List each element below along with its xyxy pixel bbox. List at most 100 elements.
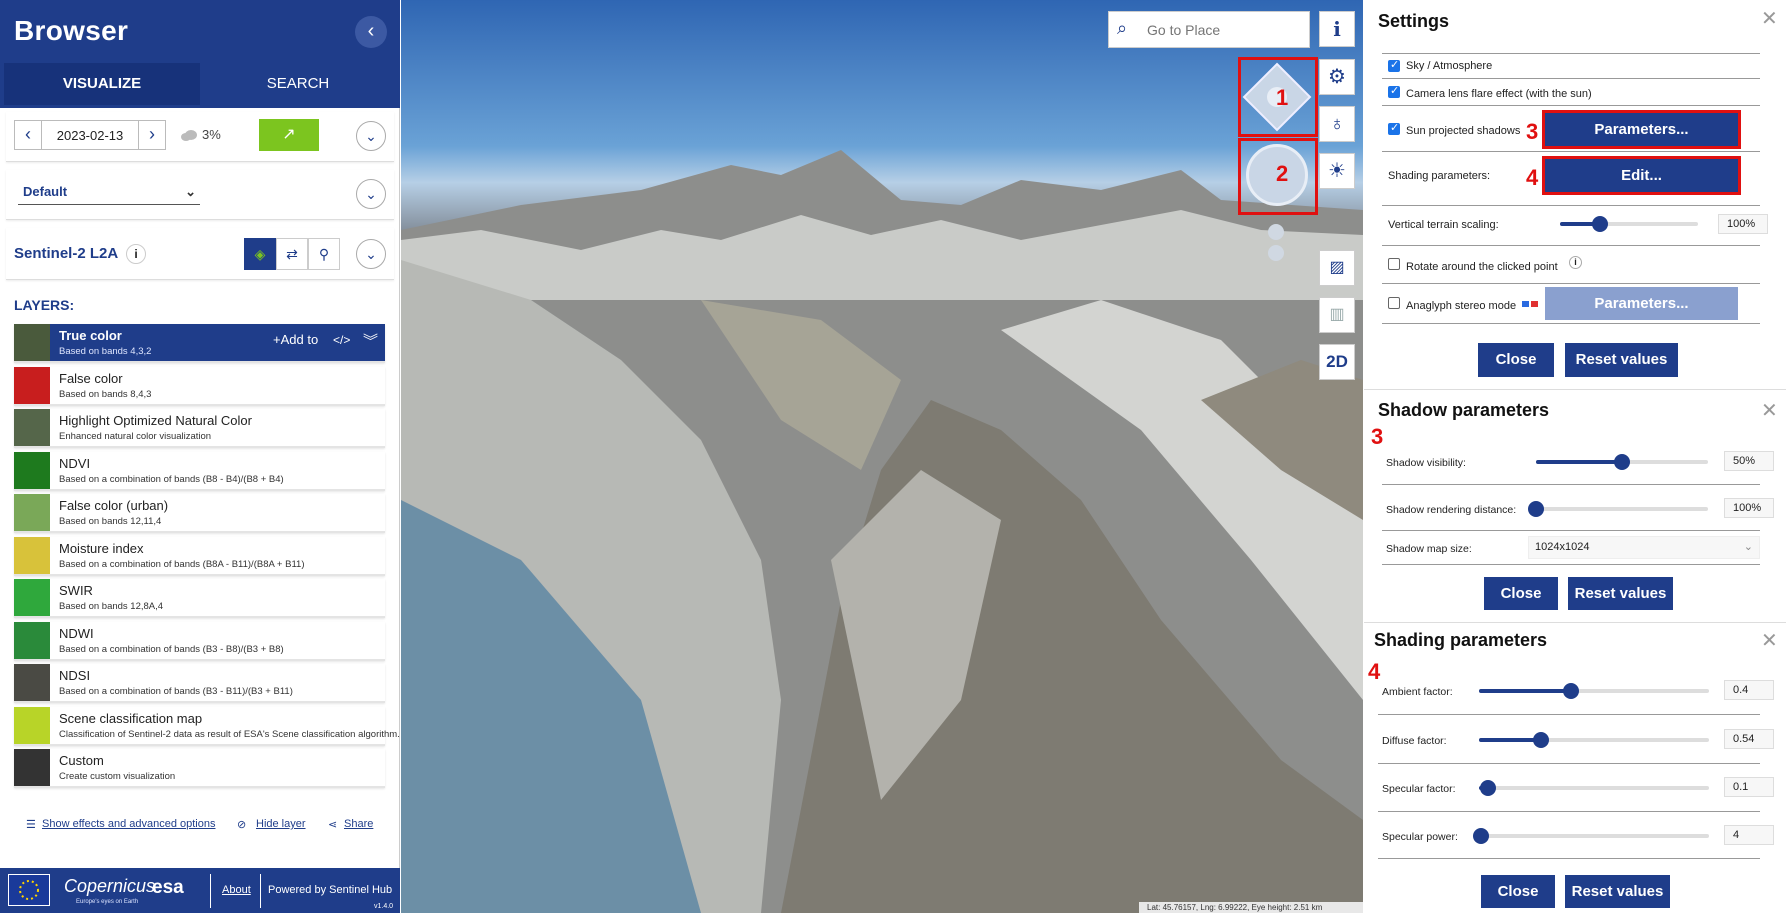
go-to-place-search[interactable]: ⌕: [1108, 11, 1310, 48]
copernicus-tagline: Europe's eyes on Earth: [76, 899, 139, 905]
layer-thumbnail: [14, 494, 50, 531]
layer-description: Classification of Sentinel-2 data as res…: [59, 728, 400, 740]
image-download-icon[interactable]: ▨: [1319, 250, 1355, 286]
annotation-number-4: 4: [1368, 659, 1381, 684]
code-icon[interactable]: </>: [333, 333, 350, 347]
zoom-control[interactable]: [1266, 224, 1286, 262]
hide-layer-link[interactable]: Hide layer: [256, 818, 306, 830]
divider: [1382, 105, 1760, 106]
vertical-scaling-label: Vertical terrain scaling:: [1388, 219, 1499, 231]
specular-factor-value[interactable]: 0.1: [1724, 777, 1774, 797]
layers-heading: LAYERS:: [14, 297, 75, 313]
compare-icon[interactable]: ⇄: [276, 238, 308, 270]
lightbulb-icon[interactable]: ♁: [1319, 106, 1355, 142]
layer-item[interactable]: False color Based on bands 8,4,3: [14, 366, 385, 406]
share-link[interactable]: Share: [344, 818, 373, 830]
layer-item[interactable]: SWIR Based on bands 12,8A,4: [14, 579, 385, 618]
shading-close-button[interactable]: Close: [1481, 875, 1555, 908]
layer-item[interactable]: Custom Create custom visualization: [14, 749, 385, 788]
layer-description: Based on a combination of bands (B8 - B4…: [59, 473, 284, 485]
map-3d-view[interactable]: ⌕ i ⚙ ♁ ☀ ▨ ▥ 2D 1 2 Lat: 45.76157, Lng:…: [401, 0, 1363, 913]
settings-close-button[interactable]: Close: [1478, 343, 1554, 377]
layer-item[interactable]: Scene classification map Classification o…: [14, 706, 400, 746]
shadow-visibility-value[interactable]: 50%: [1724, 451, 1774, 471]
settings-panels: Settings ✕ Sky / Atmosphere Camera lens …: [1364, 0, 1786, 913]
info-icon[interactable]: i: [1569, 256, 1582, 269]
about-link[interactable]: About: [222, 884, 251, 896]
shadow-map-size-value: 1024x1024: [1535, 541, 1590, 553]
show-effects-link[interactable]: Show effects and advanced options: [42, 818, 215, 830]
tab-visualize[interactable]: VISUALIZE: [4, 63, 200, 105]
vertical-scaling-value[interactable]: 100%: [1718, 214, 1768, 234]
layer-name: Scene classification map: [59, 710, 203, 726]
shadow-map-size-select[interactable]: 1024x1024 ⌄: [1528, 536, 1760, 559]
layer-description: Based on a combination of bands (B3 - B1…: [59, 686, 293, 697]
layer-description: Based on bands 8,4,3: [59, 388, 152, 400]
chevron-left-icon[interactable]: ‹: [355, 16, 387, 48]
specular-factor-slider[interactable]: [1479, 780, 1709, 796]
layer-thumbnail: [14, 664, 50, 701]
chevron-down-icon[interactable]: ⌄: [356, 179, 386, 209]
layer-item[interactable]: NDVI Based on a combination of bands (B8 …: [14, 451, 385, 491]
shadows-checkbox[interactable]: [1388, 121, 1400, 135]
cloud-coverage: 3%: [202, 127, 221, 142]
ambient-factor-value[interactable]: 0.4: [1724, 680, 1774, 700]
place-search-input[interactable]: [1147, 20, 1297, 40]
chevron-down-icon[interactable]: ⌄: [356, 121, 386, 151]
layer-item[interactable]: True color Based on bands 4,3,2 +Add to </>…: [14, 324, 385, 363]
close-icon[interactable]: ✕: [1761, 628, 1778, 653]
app-title: Browser: [14, 15, 129, 46]
shadow-distance-value[interactable]: 100%: [1724, 498, 1774, 518]
mode-2d-button[interactable]: 2D: [1319, 344, 1355, 380]
divider: [1364, 389, 1786, 390]
prev-date-button[interactable]: ‹: [14, 120, 42, 150]
chevron-down-icon: ⌄: [1743, 541, 1753, 553]
tab-search[interactable]: SEARCH: [200, 63, 396, 105]
specular-power-value[interactable]: 4: [1724, 825, 1774, 845]
layer-item[interactable]: NDWI Based on a combination of bands (B3 …: [14, 621, 385, 661]
shadow-distance-slider[interactable]: [1528, 501, 1708, 517]
info-icon[interactable]: i: [1319, 11, 1355, 47]
layer-name: Highlight Optimized Natural Color: [59, 413, 252, 428]
layer-name: False color: [59, 370, 123, 386]
shadow-reset-button[interactable]: Reset values: [1568, 577, 1673, 610]
date-input[interactable]: 2023-02-13: [42, 120, 138, 150]
sun-icon[interactable]: ☀: [1319, 153, 1355, 189]
anaglyph-label: Anaglyph stereo mode: [1406, 300, 1517, 312]
ambient-factor-slider[interactable]: [1479, 683, 1709, 699]
layer-item[interactable]: False color (urban) Based on bands 12,11,…: [14, 494, 385, 533]
shadow-visibility-slider[interactable]: [1536, 454, 1708, 470]
vertical-scaling-slider[interactable]: [1560, 216, 1698, 232]
add-to-button[interactable]: +Add to: [273, 332, 318, 347]
sky-checkbox[interactable]: [1388, 58, 1400, 72]
pin-icon[interactable]: ⚲: [308, 238, 340, 270]
rotate-checkbox[interactable]: [1388, 258, 1400, 270]
film-icon[interactable]: ▥: [1319, 297, 1355, 333]
info-icon[interactable]: i: [126, 244, 146, 264]
diffuse-factor-slider[interactable]: [1479, 732, 1709, 748]
specular-power-slider[interactable]: [1473, 828, 1709, 844]
flare-label: Camera lens flare effect (with the sun): [1406, 88, 1592, 100]
diffuse-factor-value[interactable]: 0.54: [1724, 729, 1774, 749]
annotation-box-3: [1542, 110, 1741, 149]
next-date-button[interactable]: ›: [138, 120, 166, 150]
double-chevron-down-icon[interactable]: ︾: [363, 330, 378, 351]
anaglyph-parameters-button[interactable]: Parameters...: [1545, 287, 1738, 320]
layer-item[interactable]: NDSI Based on a combination of bands (B3 …: [14, 664, 385, 703]
shadow-close-button[interactable]: Close: [1484, 577, 1558, 610]
close-icon[interactable]: ✕: [1761, 398, 1778, 423]
go-to-date-button[interactable]: ↗: [259, 119, 319, 151]
layers-icon[interactable]: ◈: [244, 238, 276, 270]
settings-reset-button[interactable]: Reset values: [1565, 343, 1678, 377]
preset-select[interactable]: Default ⌄: [18, 181, 200, 205]
shading-reset-button[interactable]: Reset values: [1565, 875, 1670, 908]
chevron-down-icon[interactable]: ⌄: [356, 239, 386, 269]
flare-checkbox[interactable]: [1388, 84, 1400, 98]
layer-item[interactable]: Highlight Optimized Natural Color Enhance…: [14, 409, 385, 448]
esa-logo: esa: [152, 877, 184, 898]
divider: [1382, 151, 1760, 152]
gear-icon[interactable]: ⚙: [1319, 59, 1355, 95]
anaglyph-checkbox[interactable]: [1388, 297, 1400, 309]
layer-item[interactable]: Moisture index Based on a combination of …: [14, 536, 385, 576]
close-icon[interactable]: ✕: [1761, 6, 1778, 31]
